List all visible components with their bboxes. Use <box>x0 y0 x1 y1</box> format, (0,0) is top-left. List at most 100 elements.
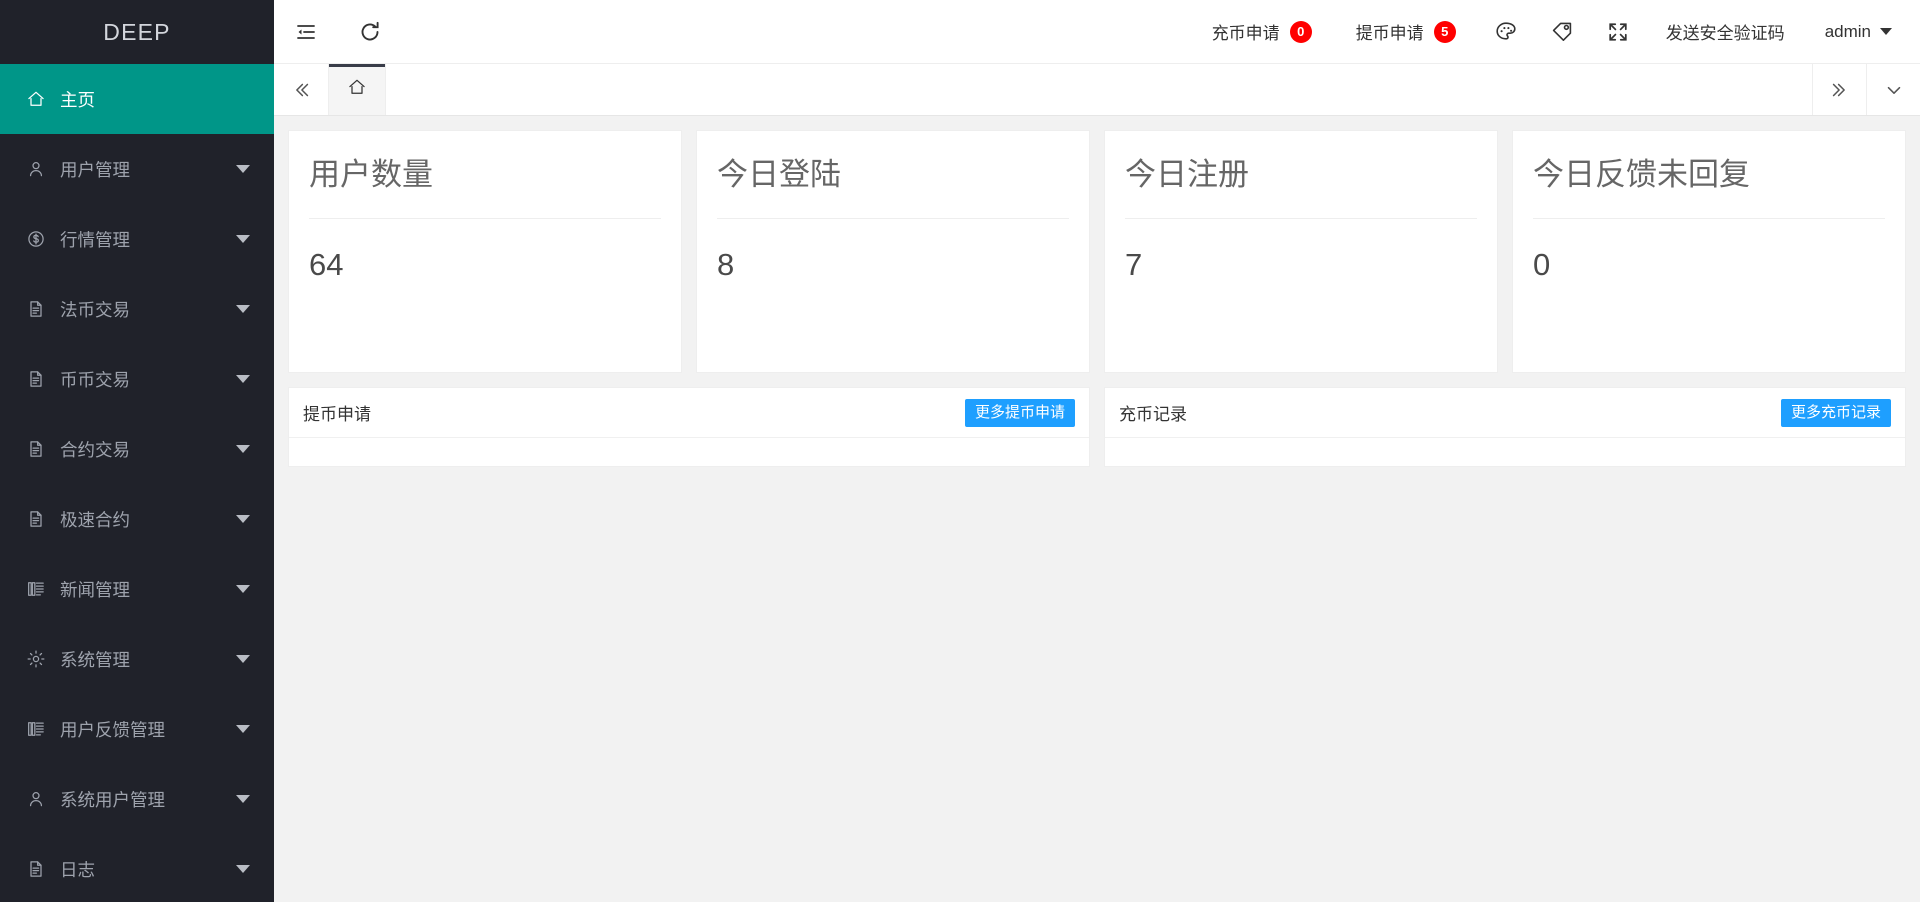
document-icon <box>26 299 52 319</box>
panel-header: 充币记录 更多充币记录 <box>1105 388 1905 438</box>
chevron-down-icon[interactable] <box>234 165 252 173</box>
chevron-down-icon[interactable] <box>234 655 252 663</box>
stat-card-title: 今日反馈未回复 <box>1533 153 1885 220</box>
sidebar-item-3[interactable]: 法币交易 <box>0 274 274 344</box>
stat-card-row: 用户数量 64 今日登陆 8 今日注册 7 今日反馈未回复 0 <box>288 130 1906 373</box>
menu-collapse-icon[interactable] <box>274 0 338 64</box>
chevrons-left-icon[interactable] <box>274 64 328 115</box>
news-icon <box>26 719 52 739</box>
refresh-icon[interactable] <box>338 0 402 64</box>
sidebar-item-label: 极速合约 <box>60 509 130 530</box>
main-content: 用户数量 64 今日登陆 8 今日注册 7 今日反馈未回复 0 提币申请 更多提币申请 充币记录 更… <box>274 116 1920 902</box>
chevron-down-icon[interactable] <box>234 865 252 873</box>
sidebar-item-2[interactable]: 行情管理 <box>0 204 274 274</box>
chevron-down-icon[interactable] <box>234 445 252 453</box>
sidebar-item-11[interactable]: 日志 <box>0 834 274 902</box>
withdraw-request-badge: 5 <box>1433 20 1456 43</box>
sidebar-item-label: 行情管理 <box>60 229 130 250</box>
stat-card-title: 今日注册 <box>1125 153 1477 220</box>
panel: 充币记录 更多充币记录 <box>1104 387 1906 467</box>
home-icon <box>26 89 52 109</box>
deposit-request-link[interactable]: 充币申请 0 <box>1190 0 1334 64</box>
stat-card-title: 用户数量 <box>309 153 661 220</box>
panel-row: 提币申请 更多提币申请 充币记录 更多充币记录 <box>288 387 1906 467</box>
gear-icon <box>26 649 52 669</box>
document-icon <box>26 509 52 529</box>
panel-title: 提币申请 <box>303 405 371 424</box>
chevron-down-icon[interactable] <box>234 795 252 803</box>
panel-more-button[interactable]: 更多充币记录 <box>1780 398 1891 427</box>
stat-card-value: 64 <box>309 247 344 283</box>
fullscreen-icon[interactable] <box>1590 0 1646 64</box>
tabbar-right <box>1812 64 1920 115</box>
panel-body <box>1105 438 1905 466</box>
content-area: 充币申请 0 提币申请 5 发送安全验证码 admin 用户数量 64 今日登陆… <box>274 0 1920 902</box>
user-icon <box>26 159 52 179</box>
sidebar: DEEP 主页用户管理行情管理法币交易币币交易合约交易极速合约新闻管理系统管理用… <box>0 0 274 902</box>
sidebar-item-label: 用户管理 <box>60 159 130 180</box>
sidebar-item-label: 币币交易 <box>60 369 130 390</box>
withdraw-request-link[interactable]: 提币申请 5 <box>1334 0 1478 64</box>
withdraw-request-label: 提币申请 <box>1355 24 1424 43</box>
sidebar-item-1[interactable]: 用户管理 <box>0 134 274 204</box>
sidebar-item-label: 系统用户管理 <box>60 789 165 810</box>
chevron-down-icon[interactable] <box>234 305 252 313</box>
stat-card-value: 8 <box>717 247 735 283</box>
panel-more-button[interactable]: 更多提币申请 <box>964 398 1075 427</box>
sidebar-item-label: 系统管理 <box>60 649 130 670</box>
topbar: 充币申请 0 提币申请 5 发送安全验证码 admin <box>274 0 1920 64</box>
chevron-down-icon[interactable] <box>234 585 252 593</box>
sidebar-item-label: 主页 <box>60 89 95 110</box>
document-icon <box>26 369 52 389</box>
deposit-request-label: 充币申请 <box>1211 24 1280 43</box>
stat-card-value: 7 <box>1125 247 1143 283</box>
chevrons-right-icon[interactable] <box>1812 64 1866 115</box>
sidebar-item-9[interactable]: 用户反馈管理 <box>0 694 274 764</box>
brand-logo: DEEP <box>0 0 274 64</box>
sidebar-item-8[interactable]: 系统管理 <box>0 624 274 694</box>
palette-icon[interactable] <box>1478 0 1534 64</box>
chevron-down-icon[interactable] <box>234 515 252 523</box>
tab-strip <box>328 64 1812 115</box>
tab-home[interactable] <box>328 64 386 115</box>
sidebar-nav: 主页用户管理行情管理法币交易币币交易合约交易极速合约新闻管理系统管理用户反馈管理… <box>0 64 274 902</box>
app-root: DEEP 主页 用户管理 行情管理 法币交易 币币交易 合约交易 极速合约 新闻管理 系统管理用… <box>0 0 1920 902</box>
user-menu[interactable]: admin <box>1805 0 1896 64</box>
stat-card: 今日登陆 8 <box>696 130 1090 373</box>
panel-title: 充币记录 <box>1119 405 1187 424</box>
chevron-down-icon <box>1880 28 1892 35</box>
panel: 提币申请 更多提币申请 <box>288 387 1090 467</box>
user-icon <box>26 789 52 809</box>
chevron-down-icon[interactable] <box>234 235 252 243</box>
dollar-icon <box>26 229 52 249</box>
user-label: admin <box>1824 21 1871 41</box>
stat-card: 今日反馈未回复 0 <box>1512 130 1906 373</box>
sidebar-item-4[interactable]: 币币交易 <box>0 344 274 414</box>
panel-header: 提币申请 更多提币申请 <box>289 388 1089 438</box>
sidebar-item-6[interactable]: 极速合约 <box>0 484 274 554</box>
sidebar-item-label: 合约交易 <box>60 439 130 460</box>
stat-card-title: 今日登陆 <box>717 153 1069 220</box>
chevron-down-icon[interactable] <box>1866 64 1920 115</box>
topbar-right: 充币申请 0 提币申请 5 发送安全验证码 admin <box>1190 0 1920 64</box>
chevron-down-icon[interactable] <box>234 725 252 733</box>
document-icon <box>26 439 52 459</box>
sidebar-item-label: 新闻管理 <box>60 579 130 600</box>
sidebar-item-10[interactable]: 系统用户管理 <box>0 764 274 834</box>
sidebar-item-7[interactable]: 新闻管理 <box>0 554 274 624</box>
document-icon <box>26 859 52 879</box>
sidebar-item-label: 用户反馈管理 <box>60 719 165 740</box>
home-icon <box>347 77 367 102</box>
stat-card: 用户数量 64 <box>288 130 682 373</box>
sidebar-item-5[interactable]: 合约交易 <box>0 414 274 484</box>
stat-card-value: 0 <box>1533 247 1551 283</box>
sidebar-item-label: 日志 <box>60 859 95 880</box>
sidebar-item-0[interactable]: 主页 <box>0 64 274 134</box>
chevron-down-icon[interactable] <box>234 375 252 383</box>
tabbar <box>274 64 1920 116</box>
tag-icon[interactable] <box>1534 0 1590 64</box>
send-security-code-link[interactable]: 发送安全验证码 <box>1646 0 1805 64</box>
stat-card: 今日注册 7 <box>1104 130 1498 373</box>
panel-body <box>289 438 1089 466</box>
sidebar-item-label: 法币交易 <box>60 299 130 320</box>
